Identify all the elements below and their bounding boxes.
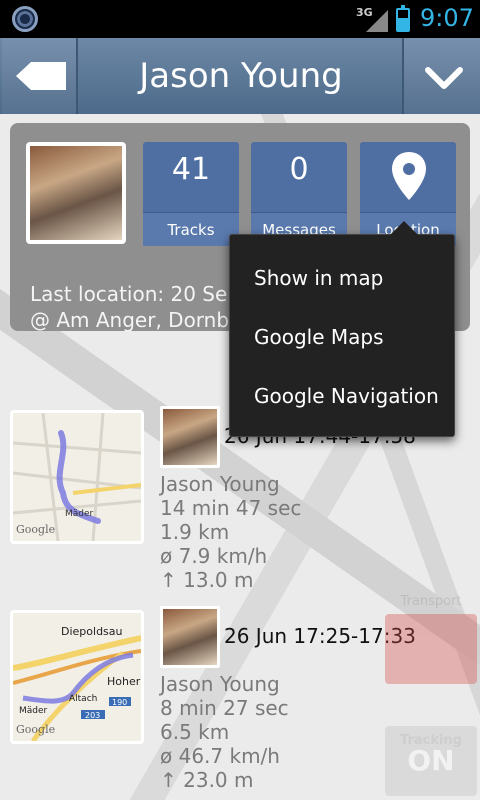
location-popup-menu: Show in map Google Maps Google Navigatio… xyxy=(229,221,455,437)
messages-count: 0 xyxy=(289,152,309,187)
map-label-altach: Altach xyxy=(69,694,97,704)
clock: 9:07 xyxy=(420,4,474,32)
track-duration: 8 min 27 sec xyxy=(160,696,289,720)
location-pin-icon xyxy=(392,152,426,200)
menu-item-google-maps[interactable]: Google Maps xyxy=(230,308,454,366)
track-user: Jason Young xyxy=(160,672,280,696)
back-arrow-icon xyxy=(16,62,66,90)
dropdown-menu-button[interactable] xyxy=(402,38,480,114)
track-details: Jason Young 14 min 47 sec 1.9 km ø 7.9 k… xyxy=(160,472,301,592)
tracking-toggle-label: Tracking xyxy=(400,733,462,748)
app-notification-icon xyxy=(12,6,38,32)
back-button[interactable] xyxy=(2,38,78,114)
track-details: Jason Young 8 min 27 sec 6.5 km ø 46.7 k… xyxy=(160,672,289,792)
track-avatar xyxy=(160,406,220,468)
tracking-toggle[interactable]: Tracking ON xyxy=(385,726,477,796)
map-road-190: 190 xyxy=(112,698,127,707)
map-google-label: Google xyxy=(16,723,55,736)
status-bar: 3G 9:07 xyxy=(0,0,480,38)
track-map-thumbnail[interactable]: Diepoldsau Hoher Altach Mäder 190 203 Go… xyxy=(10,610,144,744)
map-google-label: Google xyxy=(16,523,55,536)
track-duration: 14 min 47 sec xyxy=(160,496,302,520)
title-bar: Jason Young xyxy=(0,38,480,114)
track-distance: 6.5 km xyxy=(160,720,230,744)
track-row[interactable]: Mäder Google 26 Jun 17:44-17:58 Jason Yo… xyxy=(10,406,480,600)
track-avg-speed: ø 46.7 km/h xyxy=(160,744,280,768)
track-map-thumbnail[interactable]: Mäder Google xyxy=(10,410,144,544)
map-label-mader: Mäder xyxy=(65,509,94,519)
transport-badge-label: Transport xyxy=(400,594,462,609)
map-label-mader: Mäder xyxy=(19,706,48,716)
track-elevation: ↑ 13.0 m xyxy=(160,568,254,592)
track-map-image: Diepoldsau Hoher Altach Mäder 190 203 Go… xyxy=(13,613,141,741)
page-title: Jason Young xyxy=(139,56,343,96)
last-location-date: Last location: 20 Sep xyxy=(30,282,240,306)
messages-tile[interactable]: 0 Messages xyxy=(251,142,347,246)
track-avg-speed: ø 7.9 km/h xyxy=(160,544,268,568)
map-label-diepoldsau: Diepoldsau xyxy=(61,625,123,638)
battery-icon xyxy=(396,5,410,32)
track-map-image: Mäder Google xyxy=(13,413,141,541)
map-label-hoher: Hoher xyxy=(107,675,141,688)
last-location: Last location: 20 Sep @ Am Anger, Dornbi… xyxy=(30,281,255,333)
content-area: 41 Tracks 0 Messages Location Last locat… xyxy=(0,114,480,800)
menu-item-show-in-map[interactable]: Show in map xyxy=(230,249,454,307)
track-distance: 1.9 km xyxy=(160,520,230,544)
last-location-place: @ Am Anger, Dornbirn xyxy=(30,308,256,332)
transport-badge[interactable]: Transport xyxy=(385,594,477,684)
track-user: Jason Young xyxy=(160,472,280,496)
tracks-count: 41 xyxy=(171,152,211,187)
tracks-tile[interactable]: 41 Tracks xyxy=(143,142,239,246)
signal-icon xyxy=(366,10,388,32)
avatar[interactable] xyxy=(26,142,126,244)
chevron-down-icon xyxy=(425,67,463,89)
track-avatar xyxy=(160,606,220,668)
map-road-203: 203 xyxy=(85,711,100,720)
tracks-label: Tracks xyxy=(143,212,239,246)
track-elevation: ↑ 23.0 m xyxy=(160,768,254,792)
menu-item-google-navigation[interactable]: Google Navigation xyxy=(230,367,454,425)
